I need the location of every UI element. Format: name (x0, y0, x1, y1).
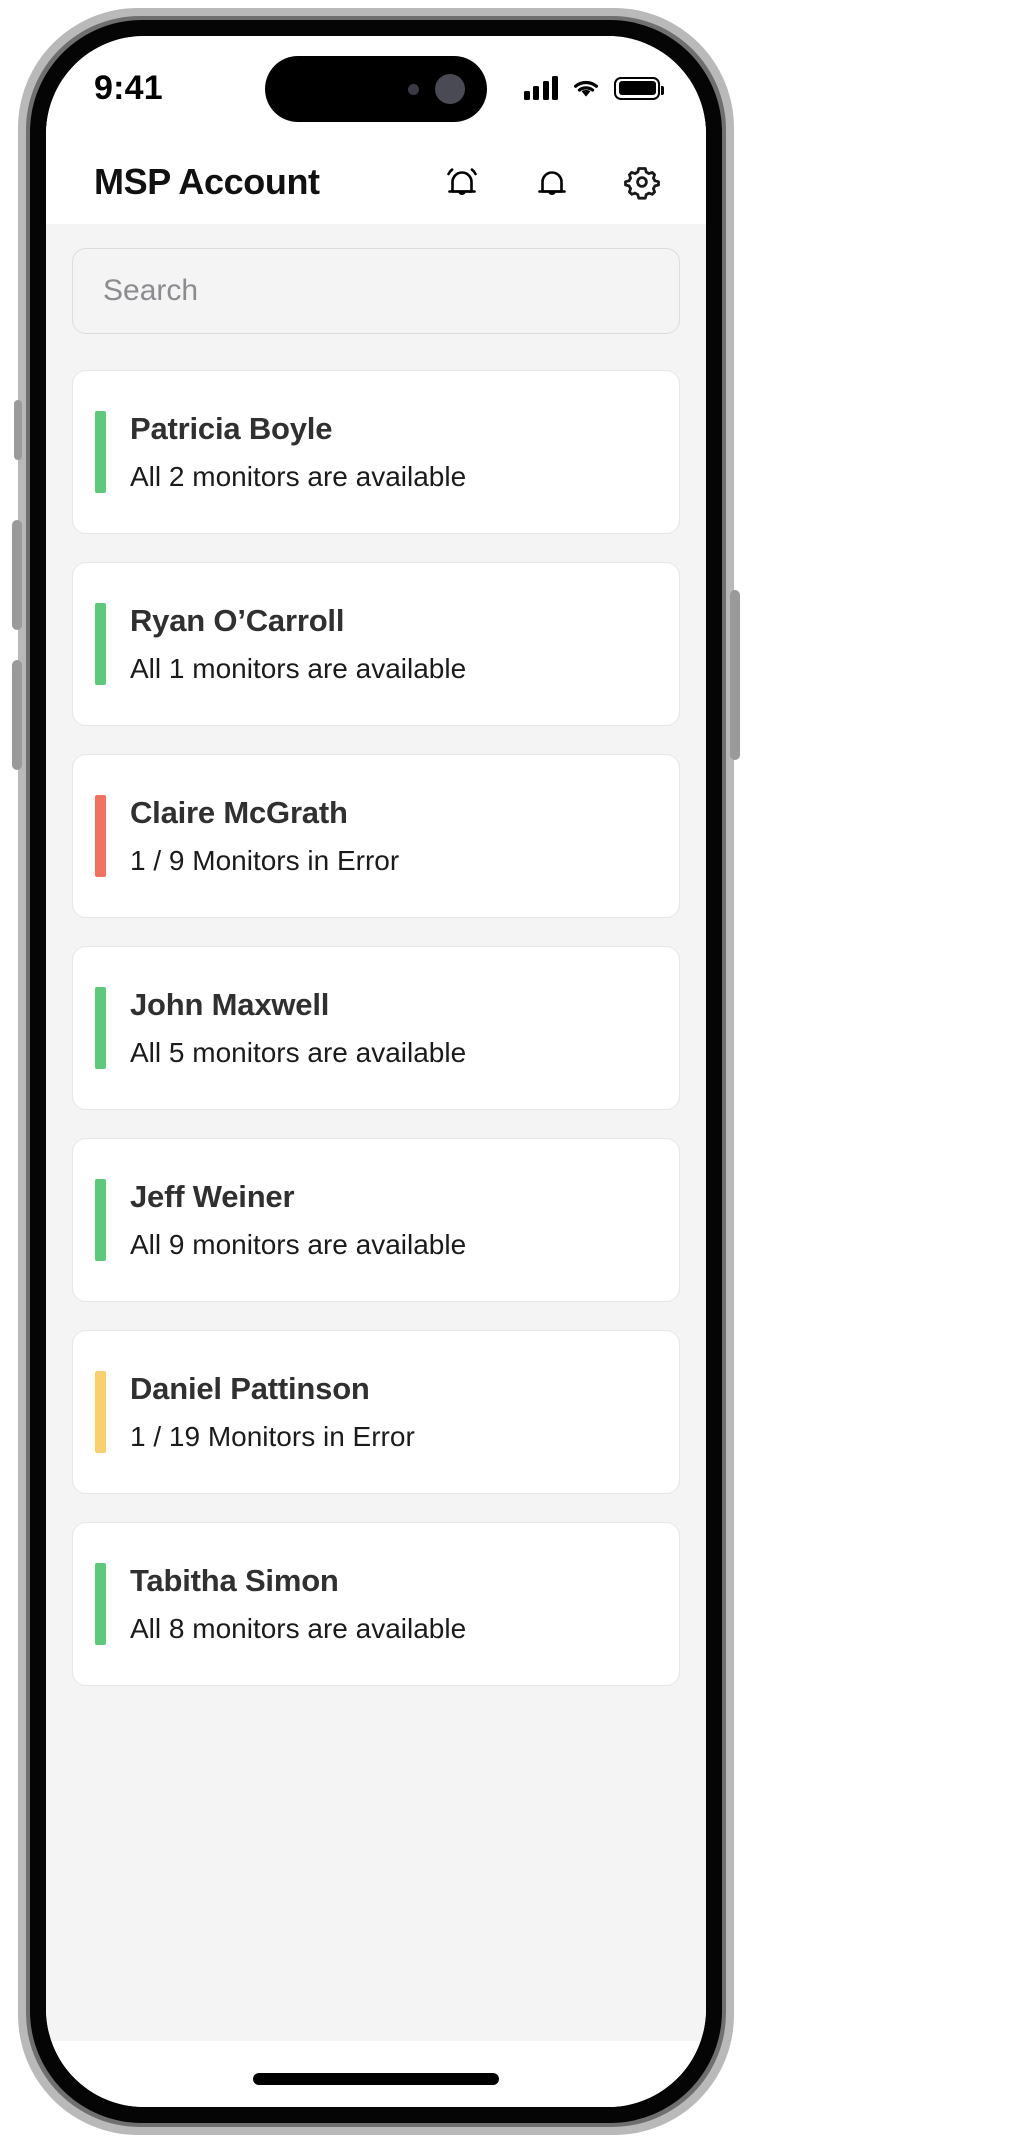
header-actions (440, 160, 664, 204)
client-card-text: John Maxwell All 5 monitors are available (130, 987, 466, 1069)
dynamic-island (265, 56, 487, 122)
client-card[interactable]: Daniel Pattinson 1 / 19 Monitors in Error (72, 1330, 680, 1494)
app-header: MSP Account (46, 140, 706, 224)
face-id-sensor-icon (408, 83, 419, 95)
client-status-indicator (95, 795, 106, 877)
alerts-bell-ringing-icon[interactable] (440, 160, 484, 204)
client-status-indicator (95, 1563, 106, 1645)
client-monitor-status: All 5 monitors are available (130, 1037, 467, 1068)
client-name: Jeff Weiner (130, 1179, 295, 1214)
client-card[interactable]: Ryan O’Carroll All 1 monitors are availab… (72, 562, 680, 726)
page-title: MSP Account (94, 161, 320, 202)
cellular-signal-icon (523, 76, 558, 100)
client-card[interactable]: Jeff Weiner All 9 monitors are available (72, 1138, 680, 1302)
client-name: John Maxwell (130, 987, 330, 1022)
client-list: Patricia Boyle All 2 monitors are availab… (72, 370, 680, 1686)
power-button[interactable] (730, 590, 740, 760)
client-card-text: Claire McGrath 1 / 9 Monitors in Error (130, 795, 399, 877)
client-card[interactable]: Tabitha Simon All 8 monitors are availabl… (72, 1522, 680, 1686)
client-card[interactable]: Claire McGrath 1 / 9 Monitors in Error (72, 754, 680, 918)
settings-gear-icon[interactable] (620, 160, 664, 204)
screenshot-stage: 9:41 MSP Account Search Patricia Boyle A… (0, 0, 1032, 2143)
client-name: Ryan O’Carroll (130, 603, 345, 638)
client-card[interactable]: Patricia Boyle All 2 monitors are availab… (72, 370, 680, 534)
client-status-indicator (95, 603, 106, 685)
client-card-text: Daniel Pattinson 1 / 19 Monitors in Error (130, 1371, 415, 1453)
silent-switch-button[interactable] (14, 400, 22, 460)
client-monitor-status: 1 / 9 Monitors in Error (130, 845, 400, 876)
client-status-indicator (95, 411, 106, 493)
client-monitor-status: 1 / 19 Monitors in Error (130, 1421, 415, 1452)
client-status-indicator (95, 987, 106, 1069)
client-status-indicator (95, 1179, 106, 1261)
notifications-bell-icon[interactable] (530, 160, 574, 204)
home-indicator[interactable] (253, 2073, 499, 2085)
status-bar-icons (523, 76, 664, 100)
front-camera-icon (435, 74, 465, 104)
status-bar: 9:41 (46, 36, 706, 140)
client-name: Daniel Pattinson (130, 1371, 370, 1406)
client-monitor-status: All 2 monitors are available (130, 461, 467, 492)
client-list-content: Search Patricia Boyle All 2 monitors are … (46, 224, 706, 2107)
client-name: Claire McGrath (130, 795, 348, 830)
client-monitor-status: All 1 monitors are available (130, 653, 467, 684)
search-placeholder: Search (103, 274, 199, 307)
client-card-text: Ryan O’Carroll All 1 monitors are availab… (130, 603, 466, 685)
client-monitor-status: All 8 monitors are available (130, 1613, 467, 1644)
client-name: Patricia Boyle (130, 411, 333, 446)
client-card-text: Tabitha Simon All 8 monitors are availabl… (130, 1563, 466, 1645)
client-card-text: Patricia Boyle All 2 monitors are availab… (130, 411, 466, 493)
client-status-indicator (95, 1371, 106, 1453)
client-monitor-status: All 9 monitors are available (130, 1229, 467, 1260)
client-name: Tabitha Simon (130, 1563, 339, 1598)
client-card[interactable]: John Maxwell All 5 monitors are available (72, 946, 680, 1110)
status-bar-time: 9:41 (94, 68, 163, 107)
client-card-text: Jeff Weiner All 9 monitors are available (130, 1179, 466, 1261)
phone-screen: 9:41 MSP Account Search Patricia Boyle A… (46, 36, 706, 2107)
volume-down-button[interactable] (12, 660, 22, 770)
search-input[interactable]: Search (72, 248, 680, 334)
volume-up-button[interactable] (12, 520, 22, 630)
wifi-icon (574, 80, 598, 97)
battery-full-icon (614, 76, 664, 100)
